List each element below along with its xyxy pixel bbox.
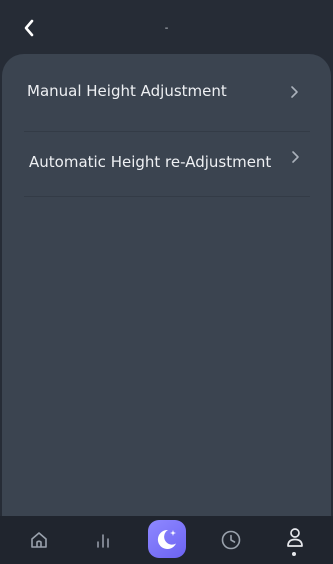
- user-icon: [287, 528, 303, 547]
- menu-item-automatic-height[interactable]: Automatic Height re-Adjustment: [2, 132, 331, 192]
- home-icon: [31, 532, 47, 548]
- menu-item-label: Automatic Height re-Adjustment: [29, 153, 272, 171]
- nav-home[interactable]: [22, 516, 56, 564]
- clock-icon: [221, 530, 241, 550]
- active-indicator-dot: [292, 552, 296, 556]
- nav-profile[interactable]: [278, 516, 312, 564]
- menu-item-label: Manual Height Adjustment: [27, 82, 227, 100]
- nav-sleep[interactable]: [148, 520, 186, 558]
- settings-panel: Manual Height Adjustment Automatic Heigh…: [2, 54, 331, 516]
- moon-star-icon: [157, 529, 176, 549]
- divider: [24, 196, 310, 197]
- app-screen: - Manual Height Adjustment Automatic Hei…: [0, 0, 333, 564]
- bar-chart-icon: [97, 534, 109, 548]
- nav-statistics[interactable]: [86, 516, 120, 564]
- menu-item-manual-height[interactable]: Manual Height Adjustment: [2, 62, 331, 122]
- page-title: -: [164, 23, 169, 34]
- chevron-right-icon: [291, 86, 298, 98]
- chevron-right-icon: [292, 151, 299, 163]
- header-bar: -: [0, 0, 333, 58]
- nav-history[interactable]: [214, 516, 248, 564]
